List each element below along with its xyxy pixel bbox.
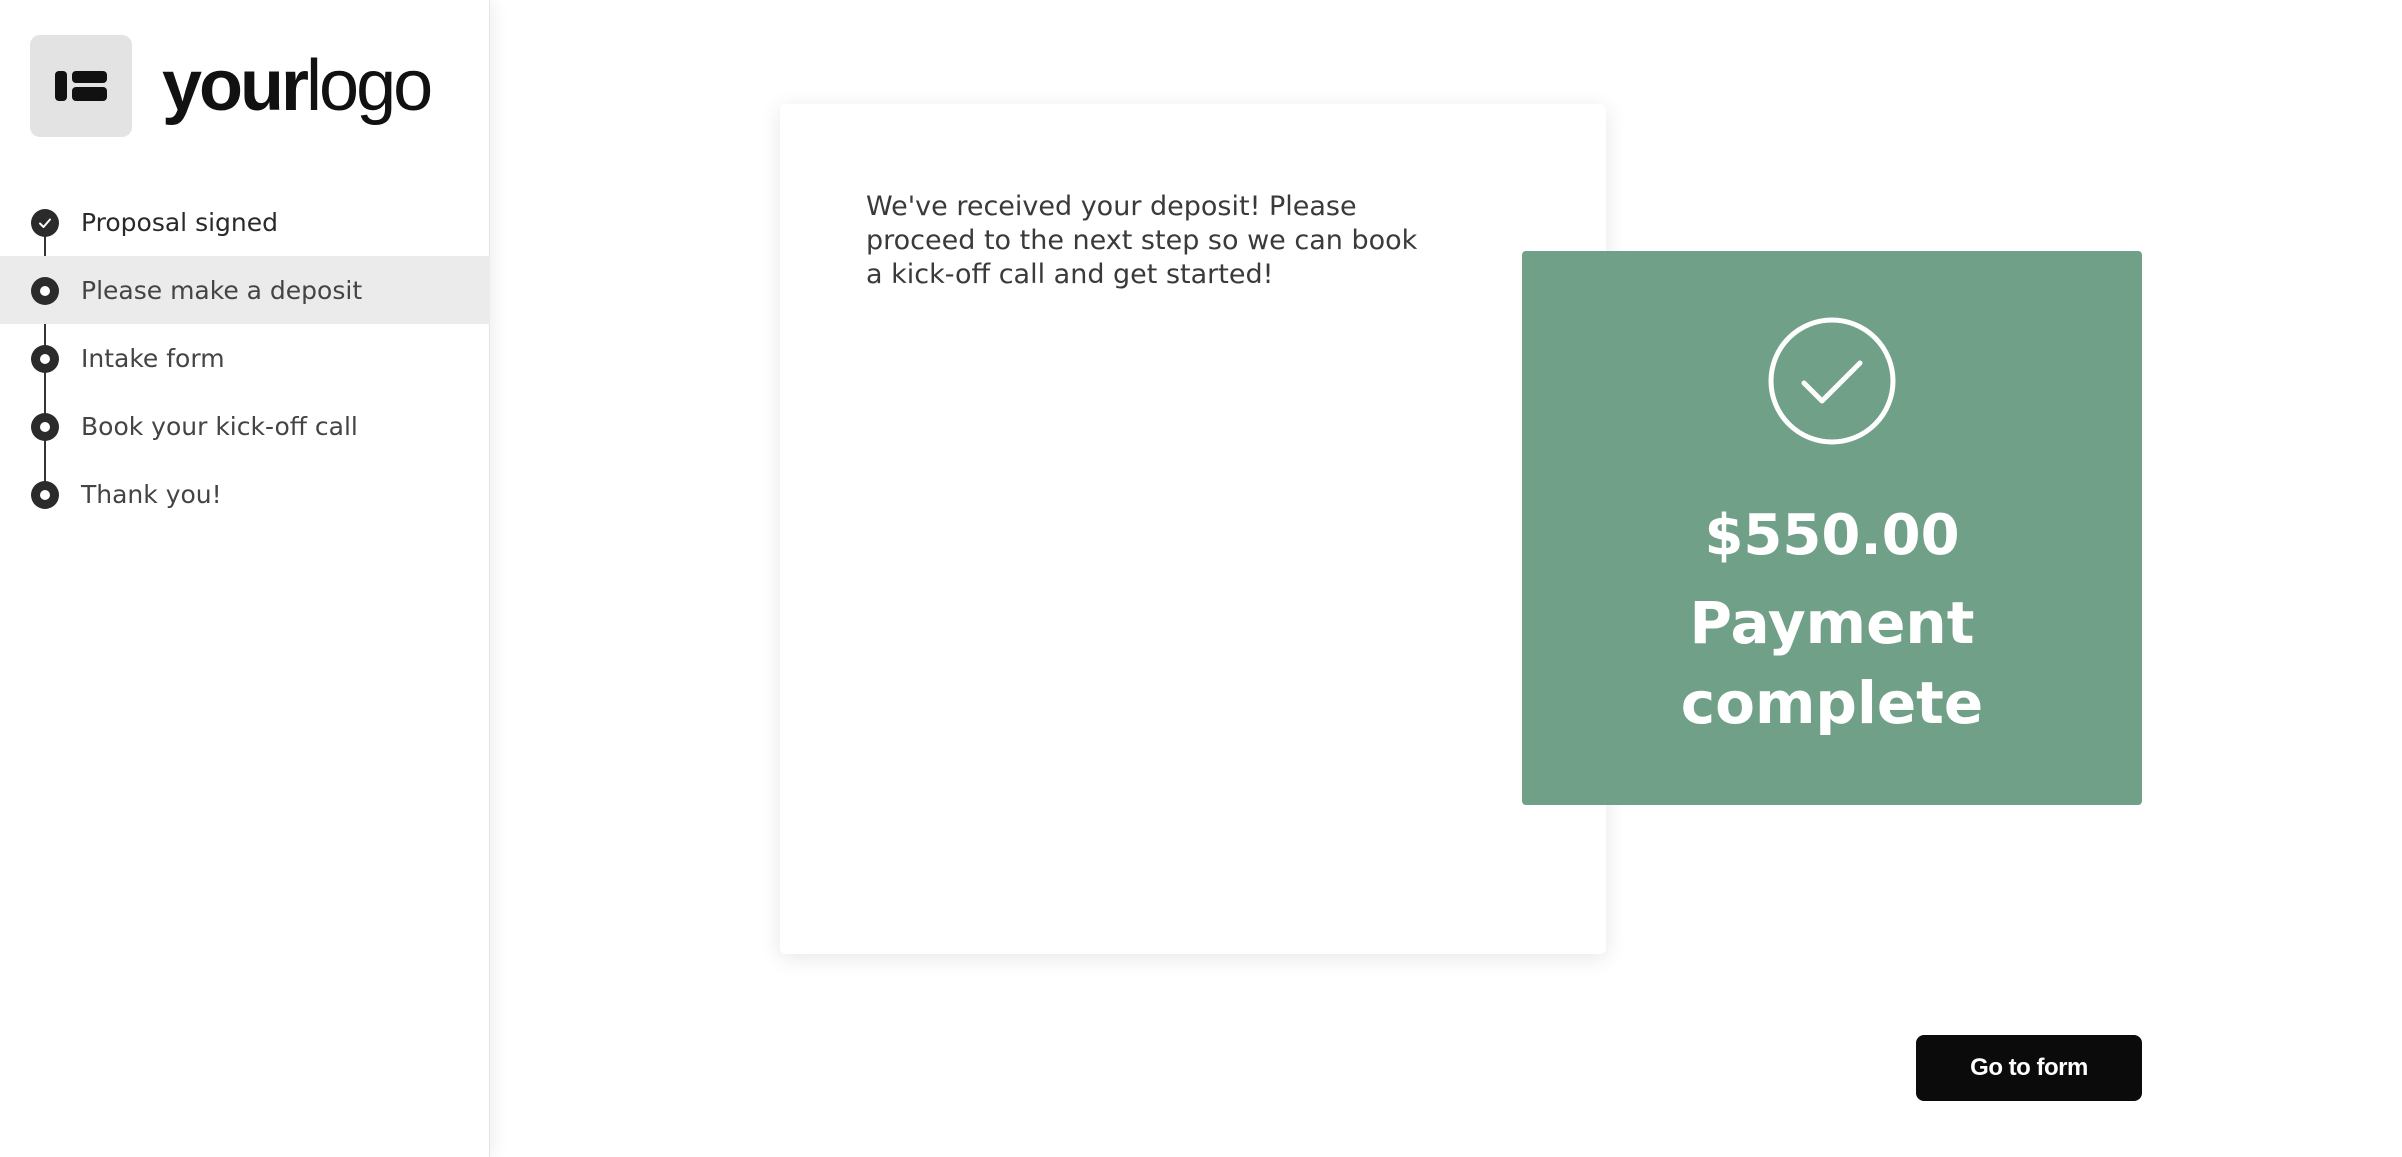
go-to-form-button[interactable]: Go to form	[1916, 1035, 2142, 1101]
dot-icon	[31, 277, 59, 305]
step-thank-you[interactable]: Thank you!	[0, 460, 490, 528]
step-book-kickoff-call[interactable]: Book your kick-off call	[0, 392, 490, 460]
step-label: Thank you!	[81, 479, 222, 509]
deposit-message: We've received your deposit! Please proc…	[866, 191, 1418, 290]
progress-steps: Proposal signed Please make a deposit In…	[0, 188, 490, 528]
logo-text: yourlogo	[162, 50, 433, 122]
payment-status-panel: $550.00 Payment complete	[1522, 251, 2142, 805]
step-label: Proposal signed	[81, 207, 278, 237]
sidebar: yourlogo Proposal signed Please make a d…	[0, 0, 490, 1157]
logo: yourlogo	[30, 35, 433, 137]
step-label: Book your kick-off call	[81, 411, 358, 441]
payment-amount: $550.00	[1704, 503, 1960, 568]
step-proposal-signed[interactable]: Proposal signed	[0, 188, 490, 256]
message-card: We've received your deposit! Please proc…	[780, 104, 1606, 954]
logo-text-bold: your	[162, 46, 309, 126]
payment-status: Payment complete	[1680, 589, 1984, 737]
dot-icon	[31, 345, 59, 373]
step-intake-form[interactable]: Intake form	[0, 324, 490, 392]
check-circle-icon	[1768, 317, 1896, 445]
logo-icon	[30, 35, 132, 137]
dot-icon	[31, 481, 59, 509]
dot-icon	[31, 413, 59, 441]
step-make-deposit[interactable]: Please make a deposit	[0, 256, 490, 324]
logo-text-light: logo	[306, 46, 433, 126]
step-label: Intake form	[81, 343, 225, 373]
step-label: Please make a deposit	[81, 275, 363, 305]
check-icon	[31, 209, 59, 237]
